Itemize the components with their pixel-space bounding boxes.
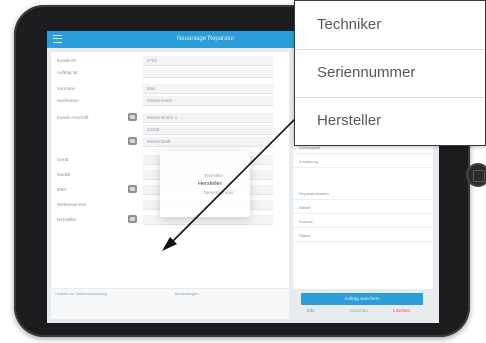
callout-option-label: Hersteller: [317, 112, 382, 129]
callout-option-label: Seriennummer: [317, 64, 416, 81]
callout-option[interactable]: Hersteller: [295, 97, 485, 145]
callout-option[interactable]: Seriennummer: [295, 49, 485, 98]
callout-option-label: Techniker: [317, 16, 382, 33]
callout-option[interactable]: Techniker: [295, 1, 485, 50]
zoom-callout: Techniker Seriennummer Hersteller: [294, 0, 486, 146]
